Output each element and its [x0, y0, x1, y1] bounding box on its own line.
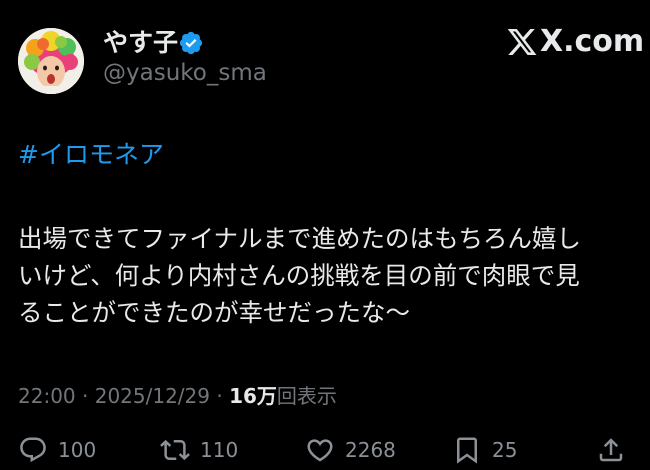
repost-button[interactable]: 110: [160, 432, 238, 468]
like-button[interactable]: 2268: [305, 432, 396, 468]
reply-icon: [20, 437, 46, 463]
tweet-text-line: ることができたのが幸せだったな〜: [18, 298, 410, 327]
views-count: 16万: [229, 384, 277, 408]
tweet-date[interactable]: 2025/12/29: [95, 384, 210, 408]
share-button[interactable]: [596, 432, 626, 468]
repost-icon: [160, 439, 190, 461]
like-count: 2268: [345, 438, 396, 462]
tweet-text: 出場できてファイナルまで進めたのはもちろん嬉し いけど、何より内村さんの挑戦を目…: [18, 220, 638, 331]
avatar-image: [18, 28, 84, 94]
brand-text: X.com: [540, 24, 645, 59]
bookmark-count: 25: [492, 438, 518, 462]
brand: X.com: [506, 22, 644, 62]
avatar[interactable]: [18, 28, 84, 94]
tweet-meta: 22:00 · 2025/12/29 · 16万回表示: [18, 382, 337, 410]
handle[interactable]: @yasuko_sma: [103, 58, 267, 88]
display-name[interactable]: やす子: [103, 27, 178, 59]
tweet-text-line: いけど、何より内村さんの挑戦を目の前で肉眼で見: [18, 261, 580, 290]
bookmark-icon: [457, 437, 477, 464]
meta-separator: ·: [75, 384, 95, 408]
x-logo-icon: [507, 29, 537, 55]
meta-separator: ·: [210, 384, 230, 408]
share-icon: [599, 438, 623, 462]
hashtag-link[interactable]: #イロモネア: [18, 138, 164, 172]
repost-count: 110: [200, 438, 239, 462]
verified-badge-icon: [178, 30, 204, 56]
reply-count: 100: [58, 438, 97, 462]
views-label: 回表示: [276, 384, 337, 408]
tweet-text-line: 出場できてファイナルまで進めたのはもちろん嬉し: [18, 224, 582, 253]
reply-button[interactable]: 100: [18, 432, 96, 468]
bookmark-button[interactable]: 25: [452, 432, 517, 468]
like-icon: [307, 439, 333, 462]
tweet-time[interactable]: 22:00: [18, 384, 76, 408]
